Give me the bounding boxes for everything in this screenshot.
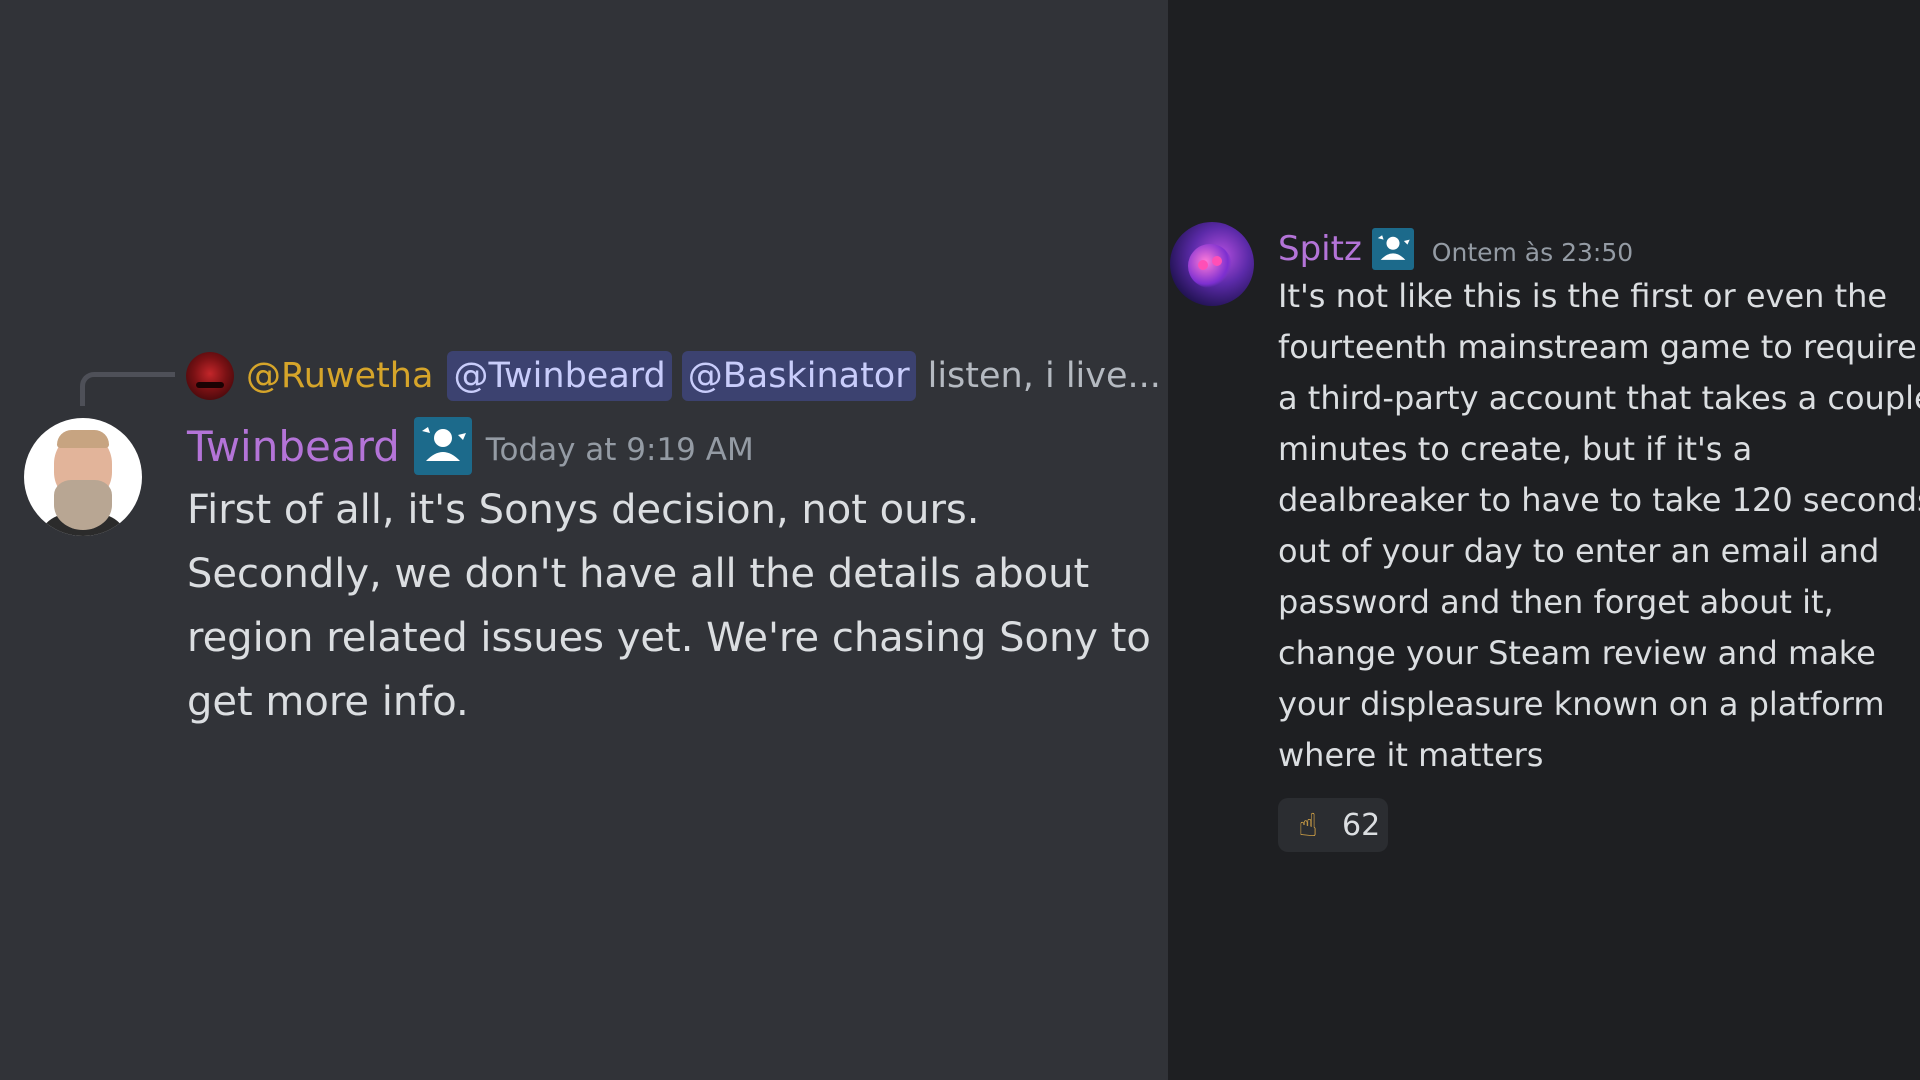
message-line: where it matters bbox=[1278, 736, 1544, 774]
author-name[interactable]: Twinbeard bbox=[187, 422, 400, 471]
message-line: a third-party account that takes a coupl… bbox=[1278, 379, 1920, 417]
message-line: minutes to create, but if it's a bbox=[1278, 430, 1753, 468]
pointing-up-hand-icon: ☝ bbox=[1298, 806, 1318, 844]
mention-twinbeard[interactable]: @Twinbeard bbox=[447, 351, 672, 401]
author-name[interactable]: Spitz bbox=[1278, 229, 1362, 269]
reply-snippet-text[interactable]: listen, i live... bbox=[928, 356, 1161, 396]
message-content: It's not like this is the first or even … bbox=[1278, 271, 1920, 781]
message-line: password and then forget about it, bbox=[1278, 583, 1834, 621]
message-header: Spitz Ontem às 23:50 bbox=[1278, 224, 1633, 274]
reaction-count: 62 bbox=[1342, 807, 1381, 843]
message-timestamp[interactable]: Ontem às 23:50 bbox=[1432, 232, 1633, 267]
message-line: change your Steam review and make bbox=[1278, 634, 1876, 672]
screenshot-canvas: @Ruwetha @Twinbeard @Baskinator listen, … bbox=[0, 0, 1920, 1080]
user-role-icon[interactable] bbox=[1371, 228, 1414, 270]
twinbeard-avatar[interactable] bbox=[24, 418, 142, 536]
message-line: region related issues yet. We're chasing… bbox=[187, 615, 1151, 661]
spitz-avatar[interactable] bbox=[1170, 222, 1254, 306]
avatar-hair bbox=[57, 430, 109, 448]
reply-author-name[interactable]: @Ruwetha bbox=[246, 356, 433, 396]
user-role-icon[interactable] bbox=[413, 417, 472, 475]
message-header: Twinbeard Today at 9:19 AM bbox=[187, 414, 754, 478]
mention-baskinator[interactable]: @Baskinator bbox=[681, 351, 916, 401]
message-line: fourteenth mainstream game to require bbox=[1278, 328, 1917, 366]
message-line: dealbreaker to have to take 120 seconds bbox=[1278, 481, 1920, 519]
message-line: It's not like this is the first or even … bbox=[1278, 277, 1888, 315]
reply-author-avatar[interactable] bbox=[186, 352, 234, 400]
reply-preview[interactable]: @Ruwetha @Twinbeard @Baskinator listen, … bbox=[246, 350, 1161, 402]
message-line: get more info. bbox=[187, 679, 469, 725]
message-line: your displeasure known on a platform bbox=[1278, 685, 1885, 723]
message-line: Secondly, we don't have all the details … bbox=[187, 551, 1090, 597]
message-line: First of all, it's Sonys decision, not o… bbox=[187, 487, 980, 533]
reply-connector-line bbox=[80, 372, 175, 406]
message-line: out of your day to enter an email and bbox=[1278, 532, 1880, 570]
avatar-beard bbox=[54, 480, 112, 530]
message-timestamp[interactable]: Today at 9:19 AM bbox=[486, 424, 754, 468]
message-content: First of all, it's Sonys decision, not o… bbox=[187, 478, 1151, 734]
reaction-button[interactable]: ☝ 62 bbox=[1278, 798, 1388, 852]
